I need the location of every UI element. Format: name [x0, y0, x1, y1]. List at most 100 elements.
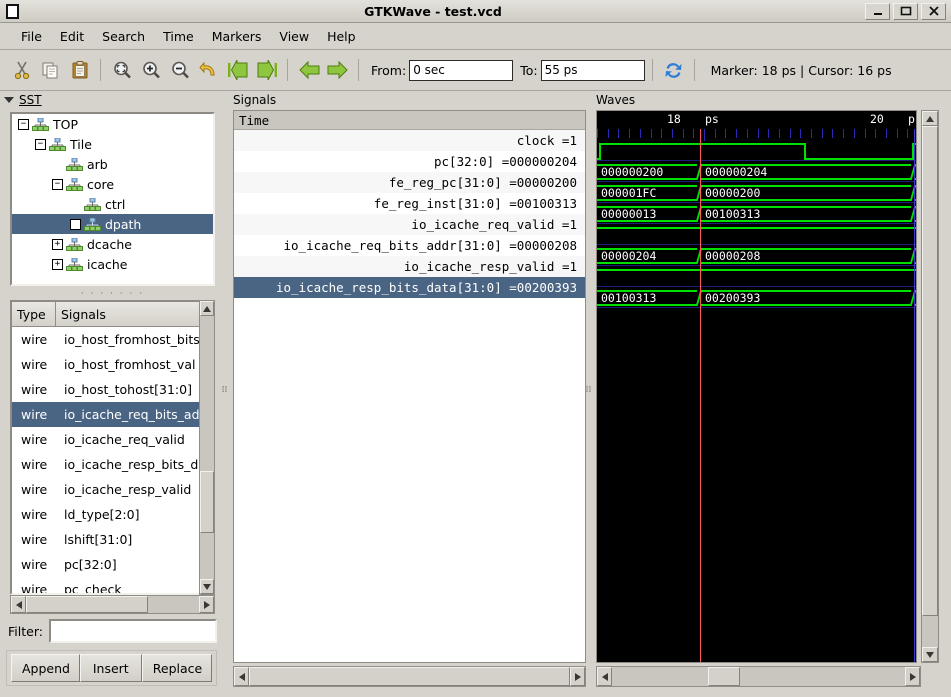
append-button[interactable]: Append: [11, 654, 80, 682]
insert-button[interactable]: Insert: [79, 654, 142, 682]
trace-row[interactable]: io_icache_resp_valid =1: [234, 256, 585, 277]
wave-row-io-icache-resp-valid[interactable]: [597, 267, 916, 288]
trace-row[interactable]: clock =1: [234, 130, 585, 151]
tree-item-top[interactable]: − TOP: [12, 114, 213, 134]
scroll-thumb[interactable]: [249, 667, 570, 686]
sst-pane-header[interactable]: SST: [0, 91, 222, 109]
replace-button[interactable]: Replace: [141, 654, 212, 682]
wave-row-pc[interactable]: 000000200 000000204 0000: [597, 162, 916, 183]
tree-item-arb[interactable]: arb: [12, 154, 213, 174]
paste-icon[interactable]: [66, 57, 93, 84]
trace-row[interactable]: io_icache_req_valid =1: [234, 214, 585, 235]
scroll-track[interactable]: [612, 667, 905, 686]
signals-trace-list[interactable]: Time clock =1 pc[32:0] =000000204 fe_reg…: [233, 110, 586, 663]
menu-view[interactable]: View: [270, 26, 318, 47]
prev-edge-icon[interactable]: [295, 57, 322, 84]
jump-to-end-icon[interactable]: [253, 57, 280, 84]
trace-row-selected[interactable]: io_icache_resp_bits_data[31:0] =00200393: [234, 277, 585, 298]
to-input[interactable]: [540, 59, 645, 81]
column-header-type[interactable]: Type: [12, 302, 56, 326]
zoom-fit-icon[interactable]: [108, 57, 135, 84]
scroll-up-button[interactable]: [200, 301, 214, 316]
scroll-down-button[interactable]: [200, 579, 214, 594]
scroll-left-button[interactable]: [597, 667, 612, 686]
from-input[interactable]: [409, 59, 514, 81]
list-item[interactable]: wire ld_type[2:0]: [12, 502, 213, 527]
tree-item-core[interactable]: − core: [12, 174, 213, 194]
signal-list-vscrollbar[interactable]: [199, 300, 215, 595]
next-edge-icon[interactable]: [324, 57, 351, 84]
wave-row-io-icache-req-bits-addr[interactable]: 00000204 00000208 0000: [597, 246, 916, 267]
jump-to-start-icon[interactable]: [224, 57, 251, 84]
expander-plus-icon[interactable]: +: [52, 258, 63, 270]
list-item[interactable]: wire lshift[31:0]: [12, 527, 213, 552]
list-item[interactable]: wire pc_check: [12, 577, 213, 593]
expander-minus-icon[interactable]: −: [35, 138, 46, 150]
zoom-out-icon[interactable]: [166, 57, 193, 84]
wave-row-io-icache-resp-bits-data[interactable]: 00100313 00200393 0073: [597, 288, 916, 309]
maximize-button[interactable]: [893, 2, 918, 20]
scroll-left-button[interactable]: [11, 596, 26, 613]
undo-zoom-icon[interactable]: [195, 57, 222, 84]
wave-row-clock[interactable]: [597, 141, 916, 162]
scroll-right-button[interactable]: [570, 667, 585, 686]
scroll-track[interactable]: [26, 596, 199, 613]
scroll-thumb[interactable]: [708, 667, 740, 686]
wave-row-io-icache-req-valid[interactable]: [597, 225, 916, 246]
waveform-time-ruler[interactable]: 18 ps 20 ps: [597, 111, 916, 129]
scroll-thumb[interactable]: [922, 126, 938, 616]
expander-minus-icon[interactable]: −: [18, 118, 29, 130]
trace-row[interactable]: pc[32:0] =000000204: [234, 151, 585, 172]
reload-icon[interactable]: [660, 57, 687, 84]
tree-item-dcache[interactable]: + dcache: [12, 234, 213, 254]
list-item[interactable]: wire pc[32:0]: [12, 552, 213, 577]
scroll-track[interactable]: [200, 316, 214, 579]
waves-hscrollbar[interactable]: [596, 666, 921, 687]
marker-line[interactable]: [914, 129, 915, 662]
sst-pane-resize-handle[interactable]: · · · · · · ·: [10, 288, 215, 299]
tree-item-ctrl[interactable]: ctrl: [12, 194, 213, 214]
minimize-button[interactable]: [865, 2, 890, 20]
menu-time[interactable]: Time: [154, 26, 203, 47]
wave-row-fe-reg-pc[interactable]: 000001FC 00000200 0000: [597, 183, 916, 204]
scroll-left-button[interactable]: [234, 667, 249, 686]
list-item[interactable]: wire io_icache_resp_valid: [12, 477, 213, 502]
copy-icon[interactable]: [37, 57, 64, 84]
scroll-thumb[interactable]: [26, 596, 148, 613]
chevron-down-icon[interactable]: [4, 97, 14, 103]
scroll-track[interactable]: [249, 667, 570, 686]
cut-icon[interactable]: [8, 57, 35, 84]
filter-input[interactable]: [48, 619, 217, 643]
menu-file[interactable]: File: [12, 26, 51, 47]
sst-signal-list[interactable]: Type Signals wire io_host_fromhost_bits w…: [10, 300, 215, 595]
list-item-selected[interactable]: wire io_icache_req_bits_ad: [12, 402, 213, 427]
scroll-down-button[interactable]: [922, 647, 938, 662]
list-item[interactable]: wire io_icache_resp_bits_d: [12, 452, 213, 477]
trace-row[interactable]: fe_reg_pc[31:0] =00000200: [234, 172, 585, 193]
column-header-signals[interactable]: Signals: [56, 302, 213, 326]
scroll-up-button[interactable]: [922, 111, 938, 126]
wave-row-fe-reg-inst[interactable]: 00000013 00100313 0020: [597, 204, 916, 225]
list-item[interactable]: wire io_host_fromhost_bits: [12, 327, 213, 352]
expander-plus-icon[interactable]: +: [70, 218, 81, 230]
scroll-thumb[interactable]: [200, 471, 214, 533]
list-item[interactable]: wire io_host_fromhost_val: [12, 352, 213, 377]
menu-edit[interactable]: Edit: [51, 26, 93, 47]
scroll-right-button[interactable]: [199, 596, 214, 613]
zoom-in-icon[interactable]: [137, 57, 164, 84]
waveform-canvas[interactable]: 18 ps 20 ps 000000200 000000204 0000: [596, 110, 917, 663]
tree-item-icache[interactable]: + icache: [12, 254, 213, 274]
list-item[interactable]: wire io_host_tohost[31:0]: [12, 377, 213, 402]
sst-tree[interactable]: − TOP − Tile arb − core ctrl + dpath + d…: [10, 112, 215, 286]
menu-help[interactable]: Help: [318, 26, 365, 47]
menu-markers[interactable]: Markers: [203, 26, 271, 47]
expander-plus-icon[interactable]: +: [52, 238, 63, 250]
menu-search[interactable]: Search: [93, 26, 154, 47]
tree-item-tile[interactable]: − Tile: [12, 134, 213, 154]
expander-minus-icon[interactable]: −: [52, 178, 63, 190]
scroll-right-button[interactable]: [905, 667, 920, 686]
tree-item-dpath[interactable]: + dpath: [12, 214, 213, 234]
trace-row[interactable]: fe_reg_inst[31:0] =00100313: [234, 193, 585, 214]
waves-vscrollbar[interactable]: [921, 110, 939, 663]
cursor-line[interactable]: [700, 129, 701, 662]
